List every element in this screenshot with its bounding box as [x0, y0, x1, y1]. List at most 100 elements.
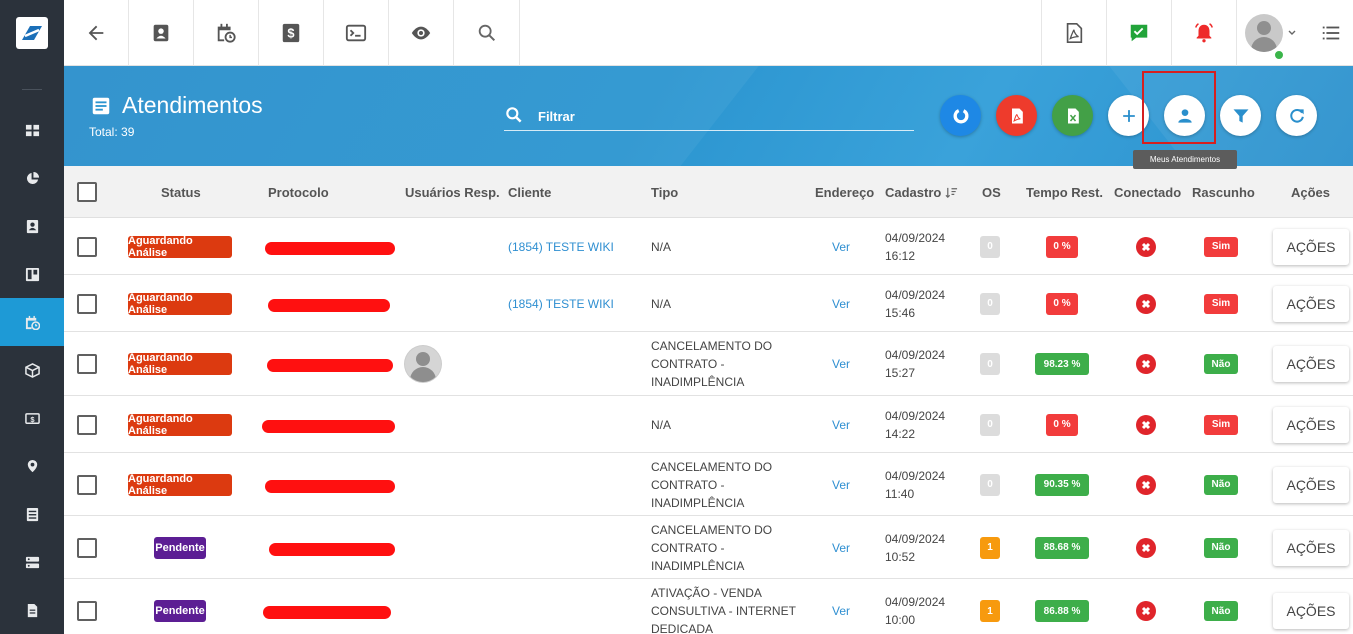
- col-cliente[interactable]: Cliente: [508, 166, 551, 218]
- user-avatar[interactable]: [405, 346, 441, 382]
- row-checkbox[interactable]: [77, 293, 97, 314]
- table-row[interactable]: Aguardando Análise N/A Ver 04/09/2024 14:22 0…: [64, 396, 1353, 453]
- finance-button[interactable]: $: [259, 0, 324, 66]
- calendar-clock-icon: [25, 315, 40, 330]
- endereco-link[interactable]: Ver: [832, 579, 850, 634]
- sidebar-item-dashboard[interactable]: [0, 106, 64, 154]
- cliente-link[interactable]: (1854) TESTE WIKI: [508, 275, 614, 332]
- row-checkbox[interactable]: [77, 474, 97, 495]
- row-checkbox[interactable]: [77, 414, 97, 435]
- filter-button[interactable]: [1220, 95, 1261, 136]
- table-row[interactable]: Aguardando Análise CANCELAMENTO DO CONTRAT…: [64, 453, 1353, 516]
- tempo-badge: 0 %: [1046, 235, 1078, 258]
- cadastro-cell: 04/09/2024 14:22: [885, 396, 945, 453]
- terminal-button[interactable]: [324, 0, 389, 66]
- col-usuarios[interactable]: Usuários Resp.: [405, 166, 500, 218]
- col-tempo[interactable]: Tempo Rest.: [1026, 166, 1103, 218]
- table-row[interactable]: Pendente CANCELAMENTO DO CONTRATO - INADIMP…: [64, 516, 1353, 579]
- cadastro-time: 10:00: [885, 613, 916, 627]
- endereco-link[interactable]: Ver: [832, 275, 850, 332]
- pie-chart-icon: [26, 171, 39, 184]
- cliente-link[interactable]: (1854) TESTE WIKI: [508, 218, 614, 275]
- disconnected-icon: [1136, 293, 1156, 314]
- sidebar-item-reports[interactable]: [0, 154, 64, 202]
- pdf-button[interactable]: [1041, 0, 1106, 66]
- sidebar-item-contacts[interactable]: [0, 202, 64, 250]
- row-checkbox[interactable]: [77, 354, 97, 374]
- cadastro-cell: 04/09/2024 10:52: [885, 516, 945, 579]
- col-rascunho[interactable]: Rascunho: [1192, 166, 1255, 218]
- chat-button[interactable]: [1106, 0, 1171, 66]
- schedule-button[interactable]: [194, 0, 259, 66]
- table-row[interactable]: Aguardando Análise (1854) TESTE WIKI N/A Ve…: [64, 218, 1353, 275]
- tipo-cell: CANCELAMENTO DO CONTRATO - INADIMPLÊNCIA: [651, 453, 772, 516]
- col-protocolo[interactable]: Protocolo: [268, 166, 329, 218]
- user-avatar[interactable]: [1244, 5, 1301, 61]
- sidebar-item-products[interactable]: [0, 346, 64, 394]
- sidebar-item-servers[interactable]: [0, 538, 64, 586]
- app-logo[interactable]: [0, 0, 64, 66]
- tempo-badge: 90.35 %: [1035, 473, 1089, 496]
- back-button[interactable]: [64, 0, 129, 66]
- cadastro-date: 04/09/2024: [885, 230, 946, 245]
- row-checkbox[interactable]: [77, 537, 97, 558]
- endereco-link[interactable]: Ver: [832, 332, 850, 396]
- tipo-line: CANCELAMENTO DO: [651, 339, 773, 353]
- cadastro-time: 14:22: [885, 426, 916, 441]
- acoes-button[interactable]: AÇÕES: [1273, 346, 1349, 382]
- table-row[interactable]: Aguardando Análise CANCELAMENTO DO CONTRAT…: [64, 332, 1353, 396]
- user-menu-button[interactable]: [1236, 0, 1308, 66]
- tipo-line: INADIMPLÊNCIA: [651, 375, 745, 389]
- filter-input[interactable]: [538, 108, 898, 124]
- row-checkbox[interactable]: [77, 236, 97, 257]
- table-row[interactable]: Aguardando Análise (1854) TESTE WIKI N/A Ve…: [64, 275, 1353, 332]
- col-status[interactable]: Status: [161, 166, 201, 218]
- endereco-link[interactable]: Ver: [832, 453, 850, 516]
- col-tipo[interactable]: Tipo: [651, 166, 678, 218]
- sidebar-item-map[interactable]: [0, 442, 64, 490]
- grid-icon: [25, 124, 39, 136]
- select-all-checkbox[interactable]: [77, 182, 97, 202]
- export-excel-button[interactable]: [1052, 95, 1093, 136]
- col-cadastro[interactable]: Cadastro: [885, 166, 958, 218]
- search-button[interactable]: [454, 0, 520, 66]
- contacts-button[interactable]: [129, 0, 194, 66]
- sidebar-item-board[interactable]: [0, 250, 64, 298]
- sidebar-item-documents[interactable]: [0, 586, 64, 634]
- cadastro-time: 16:12: [885, 248, 916, 263]
- col-os[interactable]: OS: [982, 166, 1001, 218]
- refresh-button[interactable]: [1276, 95, 1317, 136]
- sidebar-item-atendimentos[interactable]: [0, 298, 64, 346]
- sidebar-item-list[interactable]: [0, 490, 64, 538]
- search-icon: [506, 107, 522, 123]
- dashboard-chart-button[interactable]: [940, 95, 981, 136]
- alarm-button[interactable]: [1171, 0, 1236, 66]
- row-checkbox[interactable]: [77, 601, 97, 621]
- table-row[interactable]: Pendente ATIVAÇÃO - VENDA CONSULTIVA - INT…: [64, 579, 1353, 634]
- status-badge: Aguardando Análise: [128, 473, 232, 497]
- endereco-link[interactable]: Ver: [832, 218, 850, 275]
- acoes-button[interactable]: AÇÕES: [1273, 529, 1349, 566]
- sidebar-item-finance[interactable]: $: [0, 394, 64, 442]
- sort-icon: [945, 187, 958, 198]
- acoes-button[interactable]: AÇÕES: [1273, 593, 1349, 629]
- col-endereco[interactable]: Endereço: [815, 166, 874, 218]
- tipo-cell: N/A: [651, 218, 671, 275]
- pdf-icon: [1066, 23, 1083, 43]
- tipo-line: DEDICADA: [651, 622, 714, 634]
- disconnected-icon: [1136, 474, 1156, 495]
- sidebar: $: [0, 0, 64, 634]
- export-pdf-button[interactable]: [996, 95, 1037, 136]
- col-conectado[interactable]: Conectado: [1114, 166, 1181, 218]
- acoes-button[interactable]: AÇÕES: [1273, 285, 1349, 322]
- endereco-link[interactable]: Ver: [832, 396, 850, 453]
- view-button[interactable]: [389, 0, 454, 66]
- endereco-link[interactable]: Ver: [832, 516, 850, 579]
- col-acoes[interactable]: Ações: [1291, 166, 1330, 218]
- menu-button[interactable]: [1308, 0, 1353, 66]
- acoes-button[interactable]: AÇÕES: [1273, 228, 1349, 265]
- alarm-bell-icon: [1195, 23, 1213, 43]
- acoes-button[interactable]: AÇÕES: [1273, 466, 1349, 503]
- acoes-button[interactable]: AÇÕES: [1273, 406, 1349, 443]
- col-cadastro-label: Cadastro: [885, 184, 942, 200]
